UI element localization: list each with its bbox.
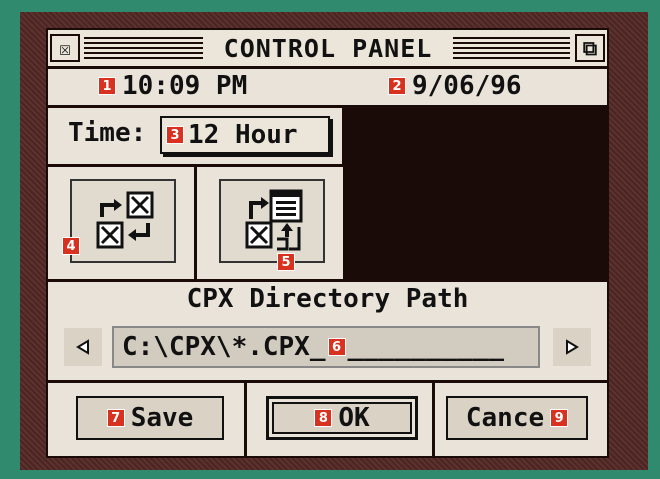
clock-row: 1 10:09 PM 2 9/06/96 xyxy=(48,69,607,105)
save-label: Save xyxy=(130,403,194,433)
cancel-button[interactable]: Cance 9 xyxy=(446,396,588,440)
callout-badge: 2 xyxy=(388,77,406,95)
ok-button[interactable]: 8 OK xyxy=(266,396,418,440)
callout-badge: 9 xyxy=(550,409,569,427)
icon-panel-right: 5 xyxy=(197,167,343,279)
cpx-path-title: CPX Directory Path xyxy=(186,284,469,314)
callout-badge: 3 xyxy=(166,126,184,144)
time-format-value: 12 Hour xyxy=(188,120,298,150)
left-arrow-icon xyxy=(76,339,89,355)
cpx-path-fill: __________ xyxy=(347,332,505,362)
time-format-row: Time: 3 12 Hour xyxy=(48,108,342,164)
window-title: CONTROL PANEL xyxy=(203,30,453,66)
callout-badge: 8 xyxy=(314,409,333,427)
callout-badge: 4 xyxy=(62,237,80,255)
swap-cpx-button[interactable] xyxy=(70,179,176,263)
callout-badge: 6 xyxy=(327,338,346,356)
cpx-path-value: C:\CPX\*.CPX_ xyxy=(122,332,326,362)
date-display[interactable]: 2 9/06/96 xyxy=(388,71,522,101)
right-arrow-icon xyxy=(566,339,579,355)
swap-cpx-icon xyxy=(96,191,154,249)
time-format-label: Time: xyxy=(68,118,147,148)
cancel-label: Cance xyxy=(465,403,545,433)
cpx-path-section: CPX Directory Path C:\CPX\*.CPX_ 6 _____… xyxy=(48,282,607,380)
control-panel-window: ☒ CONTROL PANEL ⧉ 1 10:09 PM 2 9/06/96 T… xyxy=(46,28,609,458)
icon-panel-left: 4 xyxy=(48,167,194,279)
divider xyxy=(244,383,247,456)
callout-badge: 7 xyxy=(106,409,125,427)
date-value: 9/06/96 xyxy=(412,71,522,101)
cpx-path-input[interactable]: C:\CPX\*.CPX_ 6 __________ xyxy=(112,326,540,368)
close-box-icon[interactable]: ☒ xyxy=(50,34,80,62)
callout-badge: 5 xyxy=(277,253,295,271)
ok-label: OK xyxy=(338,403,370,433)
action-buttons-row: 7 Save 8 OK Cance 9 xyxy=(48,383,607,456)
divider xyxy=(432,383,435,456)
scroll-left-arrow-icon[interactable] xyxy=(64,328,102,366)
title-bar[interactable]: ☒ CONTROL PANEL ⧉ xyxy=(48,30,607,66)
load-cpx-button[interactable] xyxy=(219,179,325,263)
time-format-button[interactable]: 3 12 Hour xyxy=(160,116,330,154)
load-cpx-icon xyxy=(245,189,303,251)
time-value: 10:09 PM xyxy=(122,71,248,101)
scroll-right-arrow-icon[interactable] xyxy=(553,328,591,366)
full-box-icon[interactable]: ⧉ xyxy=(575,34,605,62)
time-display[interactable]: 1 10:09 PM xyxy=(98,71,247,101)
save-button[interactable]: 7 Save xyxy=(76,396,224,440)
callout-badge: 1 xyxy=(98,77,116,95)
